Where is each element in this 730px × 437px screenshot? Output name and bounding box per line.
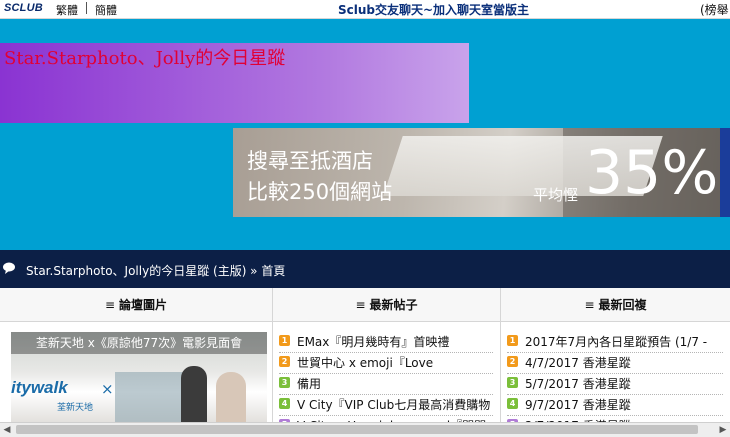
list-item[interactable]: 4 9/7/2017 香港星蹤 (507, 395, 723, 416)
rank-badge: 4 (279, 398, 290, 409)
chat-bubble-icon (3, 262, 15, 274)
ad-percent: 35% (585, 138, 719, 208)
column-title: 論壇圖片 (119, 298, 168, 312)
ad-average-label: 平均慳 (533, 186, 579, 204)
ad-slogan-line2: 比較250個網站 (247, 180, 393, 204)
top-bar: SCLUB 繁體 簡體 Sclub交友聊天~加入聊天室當版主 (榜舉 (0, 0, 730, 19)
rank-badge: 3 (279, 377, 290, 388)
rank-badge: 2 (507, 356, 518, 367)
board-title[interactable]: Star.Starphoto、Jolly的今日星蹤 (4, 44, 285, 70)
ad-edge (720, 128, 730, 217)
post-title[interactable]: EMax『明月幾時有』首映禮 (297, 333, 449, 350)
breadcrumb[interactable]: Star.Starphoto、Jolly的今日星蹤 (主版) » 首頁 (26, 262, 285, 279)
menu-icon: ≡ (104, 297, 116, 312)
reply-title[interactable]: 2017年7月內各日星蹤預告 (1/7 - (525, 333, 707, 350)
list-item[interactable]: 2 4/7/2017 香港星蹤 (507, 353, 723, 374)
promo-link[interactable]: Sclub交友聊天~加入聊天室當版主 (338, 1, 529, 18)
list-item[interactable]: 3 5/7/2017 香港星蹤 (507, 374, 723, 395)
column-title: 最新回複 (598, 298, 647, 312)
reply-title[interactable]: 5/7/2017 香港星蹤 (525, 375, 631, 392)
rank-badge: 1 (507, 335, 518, 346)
menu-icon: ≡ (355, 297, 366, 312)
list-item[interactable]: 1 EMax『明月幾時有』首映禮 (279, 332, 493, 353)
scroll-right-arrow-icon[interactable]: ▶ (716, 423, 730, 437)
photo-logo-sub: 荃新天地 (57, 403, 94, 413)
rank-badge: 1 (279, 335, 290, 346)
reply-title[interactable]: 4/7/2017 香港星蹤 (525, 354, 631, 371)
photo-caption: 荃新天地 x《原諒他77次》電影見面會 (11, 332, 267, 354)
post-title[interactable]: 世貿中心 x emoji『Love (297, 354, 433, 371)
column-title: 最新帖子 (369, 298, 418, 312)
lang-divider (86, 2, 87, 14)
scrollbar-thumb[interactable] (16, 425, 698, 434)
column-header-forum-images: ≡ 論壇圖片 (0, 288, 272, 322)
lang-traditional-link[interactable]: 繁體 (56, 2, 78, 18)
list-item[interactable]: 1 2017年7月內各日星蹤預告 (1/7 - (507, 332, 723, 353)
post-title[interactable]: 備用 (297, 375, 321, 392)
report-link[interactable]: (榜舉 (700, 1, 729, 18)
list-item[interactable]: 3 備用 (279, 374, 493, 395)
photo-logo-text: itywalk (11, 378, 68, 397)
horizontal-scrollbar[interactable]: ◀ ▶ (0, 422, 730, 437)
post-title[interactable]: V City『VIP Club七月最高消費購物 (297, 396, 490, 413)
breadcrumb-bar: Star.Starphoto、Jolly的今日星蹤 (主版) » 首頁 (0, 250, 730, 288)
column-divider (272, 288, 273, 436)
rank-badge: 2 (279, 356, 290, 367)
list-item[interactable]: 4 V City『VIP Club七月最高消費購物 (279, 395, 493, 416)
hotel-ad-banner[interactable]: 搜尋至抵酒店 比較250個網站 平均慳 35% (233, 128, 730, 217)
forum-image[interactable]: itywalk 荃新天地 × 荃新天地 x《原諒他77次》電影見面會 (11, 332, 267, 432)
photo-x-mark: × (101, 380, 114, 398)
column-header-latest-posts: ≡ 最新帖子 (273, 288, 500, 322)
sclub-logo[interactable]: SCLUB (4, 2, 43, 14)
rank-badge: 4 (507, 398, 518, 409)
lang-simplified-link[interactable]: 簡體 (95, 2, 117, 18)
menu-icon: ≡ (584, 297, 595, 312)
column-header-latest-replies: ≡ 最新回複 (501, 288, 730, 322)
reply-title[interactable]: 9/7/2017 香港星蹤 (525, 396, 631, 413)
content-columns: ≡ 論壇圖片 ≡ 最新帖子 ≡ 最新回複 itywalk 荃新天地 × 荃新天地… (0, 288, 730, 437)
list-item[interactable]: 2 世貿中心 x emoji『Love (279, 353, 493, 374)
column-divider (500, 288, 501, 436)
ad-slogan-line1: 搜尋至抵酒店 (247, 149, 373, 173)
rank-badge: 3 (507, 377, 518, 388)
scroll-left-arrow-icon[interactable]: ◀ (0, 423, 14, 437)
